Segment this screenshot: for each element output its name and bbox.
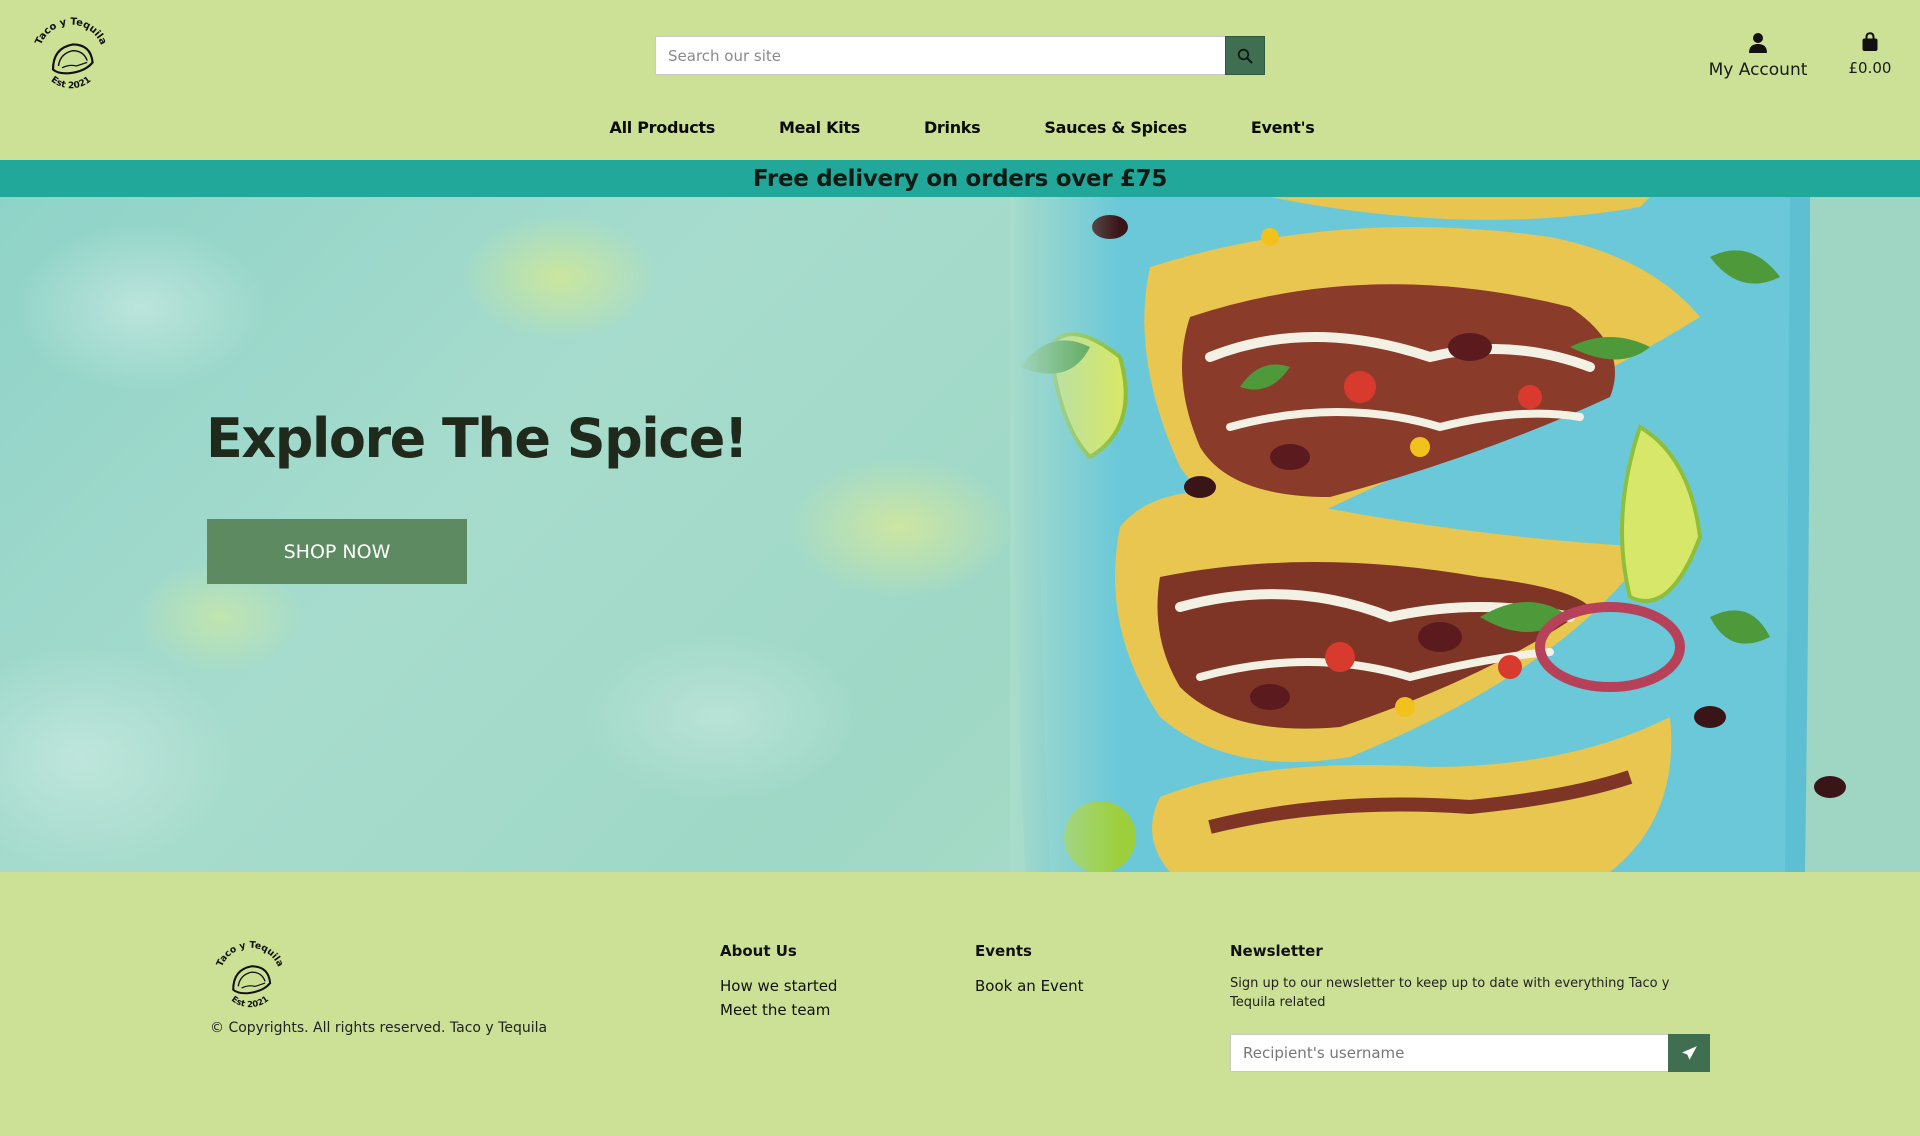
nav-meal-kits[interactable]: Meal Kits [779,118,860,148]
my-account-link[interactable]: My Account [1700,32,1816,80]
user-icon [1749,33,1767,53]
newsletter-form [1230,1034,1710,1072]
send-icon [1681,1045,1697,1060]
delivery-banner: Free delivery on orders over £75 [0,160,1920,197]
nav-drinks[interactable]: Drinks [924,118,981,148]
taco-logo-icon: Taco y Tequila Est 2021 [33,17,108,92]
footer-newsletter-column: Newsletter Sign up to our newsletter to … [1230,942,1710,1012]
svg-text:Est 2021: Est 2021 [49,75,93,91]
taco-logo-icon: Taco y Tequila Est 2021 [214,940,285,1010]
search-bar [655,36,1265,75]
svg-text:Est 2021: Est 2021 [230,994,270,1010]
nav-events[interactable]: Event's [1251,118,1315,148]
link-book-an-event[interactable]: Book an Event [975,974,1084,998]
hero-taco-image [1010,197,1920,872]
link-meet-the-team[interactable]: Meet the team [720,998,837,1022]
main-nav: All Products Meal Kits Drinks Sauces & S… [0,118,1920,148]
logo-bottom-text: Est 2021 [49,75,93,91]
svg-text:Taco y Tequila: Taco y Tequila [214,940,285,969]
newsletter-input[interactable] [1230,1034,1668,1072]
events-heading: Events [975,942,1032,960]
shopping-bag-icon [1862,32,1878,51]
footer-events-column: Events Book an Event [975,942,1084,998]
logo-top-text: Taco y Tequila [33,17,108,47]
footer-logo-bottom-text: Est 2021 [230,994,270,1010]
svg-text:Taco y Tequila: Taco y Tequila [33,17,108,47]
my-account-label: My Account [1708,60,1808,80]
footer-about-column: About Us How we started Meet the team [720,942,837,1022]
site-footer: Taco y Tequila Est 2021 © Copyrights. Al… [0,872,1920,1136]
site-header: Taco y Tequila Est 2021 My Account [0,0,1920,160]
copyright-text: © Copyrights. All rights reserved. Taco … [210,1020,548,1036]
nav-sauces-spices[interactable]: Sauces & Spices [1044,118,1187,148]
footer-logo-top-text: Taco y Tequila [214,940,285,969]
hero-section: Explore The Spice! SHOP NOW [0,197,1920,872]
site-logo[interactable]: Taco y Tequila Est 2021 [26,12,116,102]
cart-total: £0.00 [1848,59,1892,77]
search-button[interactable] [1225,36,1265,75]
search-icon [1237,48,1253,63]
footer-logo[interactable]: Taco y Tequila Est 2021 [208,936,292,1020]
newsletter-description: Sign up to our newsletter to keep up to … [1230,976,1670,1010]
link-how-we-started[interactable]: How we started [720,974,837,998]
hero-title: Explore The Spice! [206,407,749,470]
about-heading: About Us [720,942,797,960]
nav-all-products[interactable]: All Products [610,118,716,148]
cart-link[interactable]: £0.00 [1840,32,1900,77]
search-input[interactable] [655,36,1225,75]
shop-now-button[interactable]: SHOP NOW [207,519,467,584]
delivery-banner-text: Free delivery on orders over £75 [752,165,1168,192]
newsletter-heading: Newsletter [1230,942,1323,960]
newsletter-submit-button[interactable] [1668,1034,1710,1072]
